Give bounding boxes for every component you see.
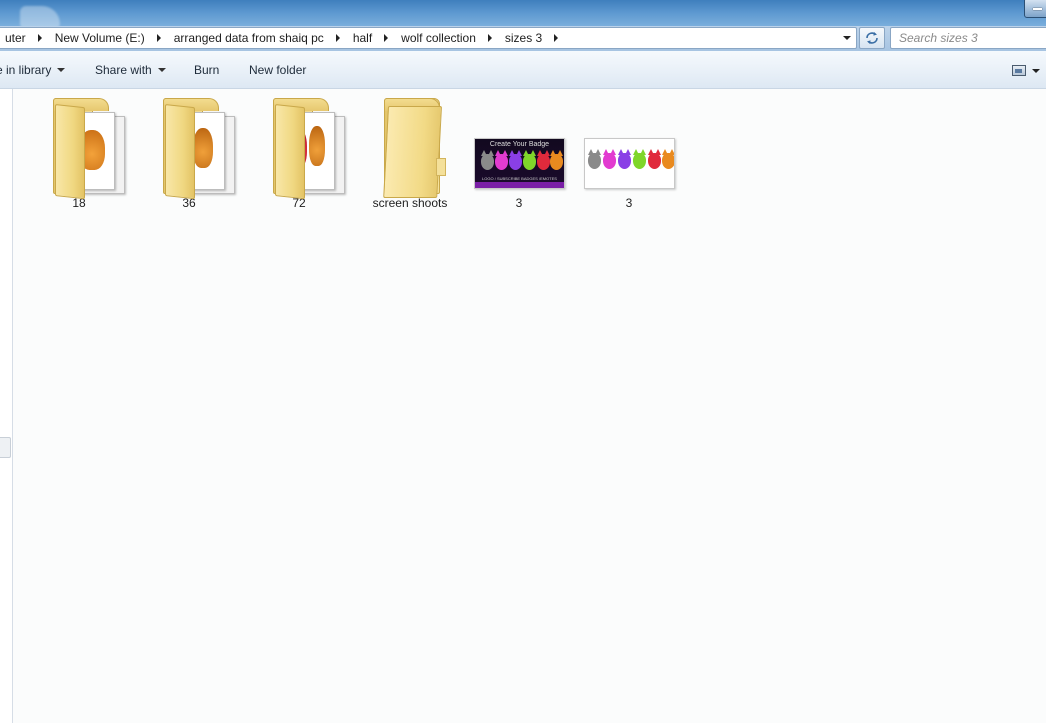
breadcrumb-label: uter	[5, 31, 26, 45]
thumb-caption: LOGO / SUBSCRIBE BADGES /EMOTES	[482, 176, 557, 181]
folder-icon	[29, 92, 129, 200]
breadcrumb-label: New Volume (E:)	[54, 31, 145, 45]
minimize-button[interactable]	[1024, 0, 1046, 18]
wolf-icon	[523, 150, 536, 170]
burn-button[interactable]: Burn	[194, 63, 219, 77]
burn-label: Burn	[194, 63, 220, 77]
wolf-icon	[193, 128, 213, 168]
search-input[interactable]	[899, 28, 1046, 48]
share-with-label: Share with	[95, 63, 152, 77]
breadcrumb-half[interactable]: half	[345, 28, 393, 48]
breadcrumb-computer[interactable]: uter	[0, 28, 47, 48]
folder-item[interactable]: 18	[29, 92, 129, 210]
wolf-icon	[309, 126, 325, 166]
breadcrumb-new-volume[interactable]: New Volume (E:)	[47, 28, 166, 48]
image-file-item[interactable]: 3	[579, 92, 679, 210]
wolf-icon	[509, 150, 522, 170]
chevron-down-icon	[157, 68, 166, 72]
chevron-down-icon	[843, 36, 851, 40]
share-with-button[interactable]: Share with	[95, 63, 166, 77]
breadcrumb-arrow-icon[interactable]	[379, 28, 393, 48]
chevron-down-icon	[1032, 68, 1040, 73]
include-in-library-label: e in library	[0, 63, 52, 77]
wolf-icon	[495, 150, 508, 170]
folder-item[interactable]: 36	[139, 92, 239, 210]
wolf-icon	[481, 150, 494, 170]
wolf-icon	[588, 149, 601, 169]
breadcrumb-label: half	[352, 31, 373, 45]
navigation-pane[interactable]	[0, 89, 13, 723]
file-list[interactable]: 18 36 72 screen shoots Create Your Badge…	[14, 90, 1046, 723]
breadcrumb-wolf-collection[interactable]: wolf collection	[393, 28, 497, 48]
wolf-icon	[537, 150, 550, 170]
wolf-icon	[550, 150, 563, 170]
thumb-title: Create Your Badge	[489, 141, 550, 148]
search-box[interactable]	[890, 27, 1046, 49]
title-bar	[0, 0, 1046, 28]
new-folder-button[interactable]: New folder	[249, 63, 306, 77]
address-bar[interactable]: uter New Volume (E:) arranged data from …	[0, 27, 857, 49]
breadcrumb-arranged-data[interactable]: arranged data from shaiq pc	[166, 28, 345, 48]
breadcrumb-label: sizes 3	[504, 31, 543, 45]
breadcrumb-arrow-icon[interactable]	[331, 28, 345, 48]
wolf-icon	[618, 149, 631, 169]
folder-icon	[139, 92, 239, 200]
wolf-icon	[648, 149, 661, 169]
wolf-icon	[662, 149, 674, 169]
breadcrumb-arrow-icon[interactable]	[33, 28, 47, 48]
image-thumbnail	[579, 92, 679, 192]
wolf-icon	[603, 149, 616, 169]
address-dropdown-button[interactable]	[838, 28, 856, 48]
wolf-icon	[633, 149, 646, 169]
address-row: uter New Volume (E:) arranged data from …	[0, 26, 1046, 51]
image-thumbnail: Create Your Badge LOGO / SUBSCRIBE BADGE…	[469, 92, 569, 192]
refresh-icon	[866, 32, 878, 44]
folder-icon	[249, 92, 349, 200]
breadcrumb-sizes-3[interactable]: sizes 3	[497, 28, 563, 48]
chevron-down-icon	[57, 68, 66, 72]
window-glass-highlight	[20, 6, 60, 28]
pane-resize-handle[interactable]	[0, 437, 11, 458]
command-bar: e in library Share with Burn New folder	[0, 51, 1046, 89]
view-icon	[1012, 65, 1026, 76]
item-label: 3	[515, 196, 523, 210]
item-label: screen shoots	[372, 196, 448, 210]
image-file-item[interactable]: Create Your Badge LOGO / SUBSCRIBE BADGE…	[469, 92, 569, 210]
breadcrumb-arrow-icon[interactable]	[152, 28, 166, 48]
breadcrumb-arrow-icon[interactable]	[483, 28, 497, 48]
item-label: 3	[625, 196, 633, 210]
breadcrumb-label: wolf collection	[401, 31, 476, 45]
include-in-library-button[interactable]: e in library	[0, 63, 66, 77]
new-folder-label: New folder	[249, 63, 307, 77]
refresh-button[interactable]	[859, 27, 885, 49]
folder-icon	[360, 92, 460, 198]
change-view-button[interactable]	[1012, 65, 1040, 76]
breadcrumb-label: arranged data from shaiq pc	[173, 31, 324, 45]
folder-item[interactable]: screen shoots	[360, 92, 460, 210]
breadcrumb-arrow-icon[interactable]	[549, 28, 563, 48]
folder-item[interactable]: 72	[249, 92, 349, 210]
